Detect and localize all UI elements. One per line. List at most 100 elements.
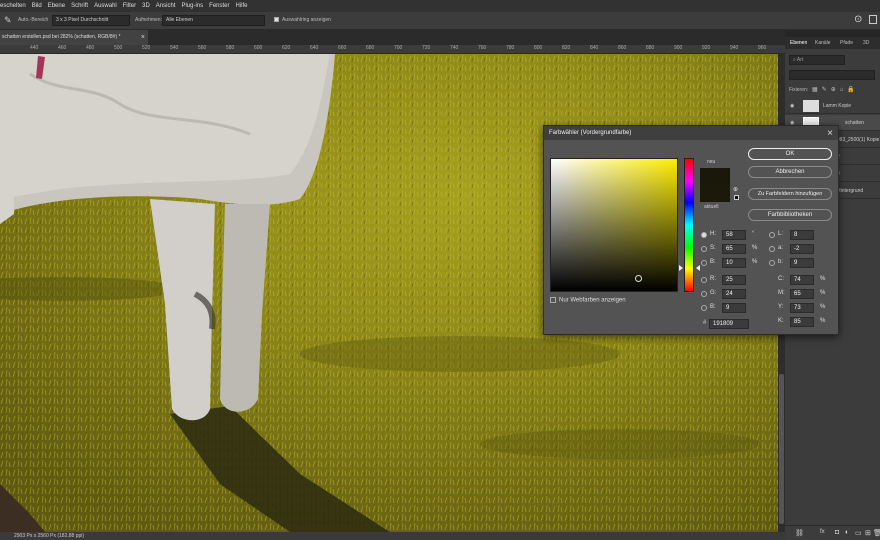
menu-window[interactable]: Fenster (209, 3, 229, 9)
close-icon[interactable]: × (827, 127, 833, 141)
ruler-tick-label: 640 (310, 45, 319, 51)
magenta-field-row[interactable]: M: 65 % (778, 289, 828, 299)
folder-icon[interactable]: ▭ (855, 529, 862, 537)
menu-select[interactable]: Auswahl (94, 3, 117, 9)
sample-layers-dropdown[interactable]: Alle Ebenen (162, 15, 265, 26)
green-input[interactable]: 24 (722, 289, 746, 299)
color-libraries-button[interactable]: Farbbibliotheken (748, 209, 832, 221)
lock-icons[interactable]: ▦✎⊕⌂🔒 (812, 86, 859, 93)
yellow-input[interactable]: 73 (790, 303, 814, 313)
link-icon[interactable]: ⛓ (795, 529, 804, 537)
color-cursor-icon[interactable] (635, 275, 642, 282)
menu-edit[interactable]: eschelten (0, 3, 26, 9)
yellow-field-row[interactable]: Y: 73 % (778, 303, 828, 313)
menu-3d[interactable]: 3D (142, 3, 150, 9)
green-field-row[interactable]: G: 24 (701, 289, 760, 299)
tab-3d[interactable]: 3D (863, 40, 869, 46)
tab-paths[interactable]: Pfade (840, 40, 853, 46)
hue-input[interactable]: 58 (722, 230, 746, 240)
layer-filter-input[interactable]: ⌕ Art (789, 55, 845, 65)
cyan-input[interactable]: 74 (790, 275, 814, 285)
web-colors-only-checkbox[interactable]: Nur Webfarben anzeigen (550, 297, 626, 304)
red-input[interactable]: 25 (722, 275, 746, 285)
gamut-warning-icon[interactable]: ⊕ (733, 186, 738, 193)
lab-l-input[interactable]: 8 (790, 230, 814, 240)
saturation-input[interactable]: 65 (722, 244, 746, 254)
menu-type[interactable]: Schrift (71, 3, 88, 9)
radio-icon[interactable] (701, 277, 707, 283)
saturation-field-row[interactable]: S: 65 % (701, 244, 760, 254)
document-size: 2903 Px x 2560 Px (182,88 ppi) (14, 533, 85, 539)
brightness-field-row[interactable]: B: 10 % (701, 258, 760, 268)
brightness-input[interactable]: 10 (722, 258, 746, 268)
layer-name: Hintergrund (837, 188, 864, 194)
menu-filter[interactable]: Filter (123, 3, 136, 9)
blue-field-row[interactable]: B: 9 (701, 303, 760, 313)
ruler-tick-label: 480 (86, 45, 95, 51)
dialog-title-bar[interactable]: Farbwähler (Vordergrundfarbe) × (544, 126, 838, 140)
hex-input[interactable]: 191809 (709, 319, 749, 329)
eyedropper-icon[interactable]: ✎ (4, 15, 12, 26)
radio-icon[interactable] (769, 246, 775, 252)
layer-thumbnail (803, 100, 819, 112)
magenta-input[interactable]: 65 (790, 289, 814, 299)
radio-icon[interactable] (769, 260, 775, 266)
menu-view[interactable]: Ansicht (156, 3, 176, 9)
blend-mode-dropdown[interactable] (789, 70, 875, 80)
add-to-swatches-button[interactable]: Zu Farbfeldern hinzufügen (748, 188, 832, 200)
current-color-swatch[interactable] (700, 185, 730, 202)
fx-icon[interactable]: fx (820, 529, 825, 535)
lab-a-field-row[interactable]: a: -2 (769, 244, 828, 254)
cyan-field-row[interactable]: C: 74 % (778, 275, 828, 285)
scrollbar-thumb[interactable] (779, 374, 784, 524)
adjustment-icon[interactable]: ◐ (845, 529, 849, 536)
eye-icon[interactable]: ◉ (790, 103, 794, 109)
lab-l-field-row[interactable]: L: 8 (769, 230, 828, 240)
black-field-row[interactable]: K: 85 % (778, 317, 828, 327)
trash-icon[interactable]: 🗑 (873, 529, 880, 537)
sample-size-dropdown[interactable]: 3 x 3 Pixel Durchschnitt (52, 15, 130, 26)
new-color-swatch (700, 168, 730, 185)
workspace-icon[interactable] (869, 15, 877, 24)
ruler-tick-label: 500 (114, 45, 123, 51)
radio-icon[interactable] (769, 232, 775, 238)
show-ring-checkbox[interactable]: Auswahlring anzeigen (274, 17, 331, 23)
hue-arrow-right-icon[interactable] (696, 265, 700, 271)
tab-layers[interactable]: Ebenen (790, 40, 807, 46)
lab-a-input[interactable]: -2 (790, 244, 814, 254)
document-tab[interactable]: schatten erstellen.psd bei 282% (schatte… (0, 30, 148, 45)
menu-plugins[interactable]: Plug-ins (181, 3, 203, 9)
cancel-button[interactable]: Abbrechen (748, 166, 832, 178)
close-icon[interactable]: × (141, 30, 145, 45)
ruler-tick-label: 440 (30, 45, 39, 51)
ok-button[interactable]: OK (748, 148, 832, 160)
radio-icon[interactable] (701, 260, 707, 266)
radio-icon[interactable] (701, 291, 707, 297)
hue-arrow-left-icon[interactable] (679, 265, 683, 271)
web-safe-icon[interactable] (734, 195, 739, 200)
checkbox-icon (550, 297, 556, 303)
menu-help[interactable]: Hilfe (236, 3, 248, 9)
sample-size-label: Auto.-Bereich (18, 17, 49, 23)
blue-input[interactable]: 9 (722, 303, 746, 313)
mask-icon[interactable]: ◘ (835, 529, 839, 536)
layer-filter-label: Art (796, 57, 804, 63)
saturation-brightness-field[interactable] (550, 158, 678, 292)
search-icon[interactable]: ⊙ (854, 14, 862, 25)
menu-layer[interactable]: Ebene (48, 3, 65, 9)
hue-field-row[interactable]: H: 58 ° (701, 230, 760, 240)
lab-b-input[interactable]: 9 (790, 258, 814, 268)
tab-channels[interactable]: Kanäle (815, 40, 831, 46)
menu-image[interactable]: Bild (32, 3, 42, 9)
radio-icon[interactable] (701, 232, 707, 238)
layer-row[interactable]: ◉ Lamm Kopie (785, 98, 880, 114)
hue-slider[interactable] (684, 158, 694, 292)
radio-icon[interactable] (701, 246, 707, 252)
red-field-row[interactable]: R: 25 (701, 275, 760, 285)
new-layer-icon[interactable]: ⊞ (865, 529, 871, 537)
show-ring-label: Auswahlring anzeigen (282, 17, 331, 23)
lab-b-field-row[interactable]: b: 9 (769, 258, 828, 268)
ring-checkbox-icon (274, 17, 279, 23)
radio-icon[interactable] (701, 305, 707, 311)
black-input[interactable]: 85 (790, 317, 814, 327)
